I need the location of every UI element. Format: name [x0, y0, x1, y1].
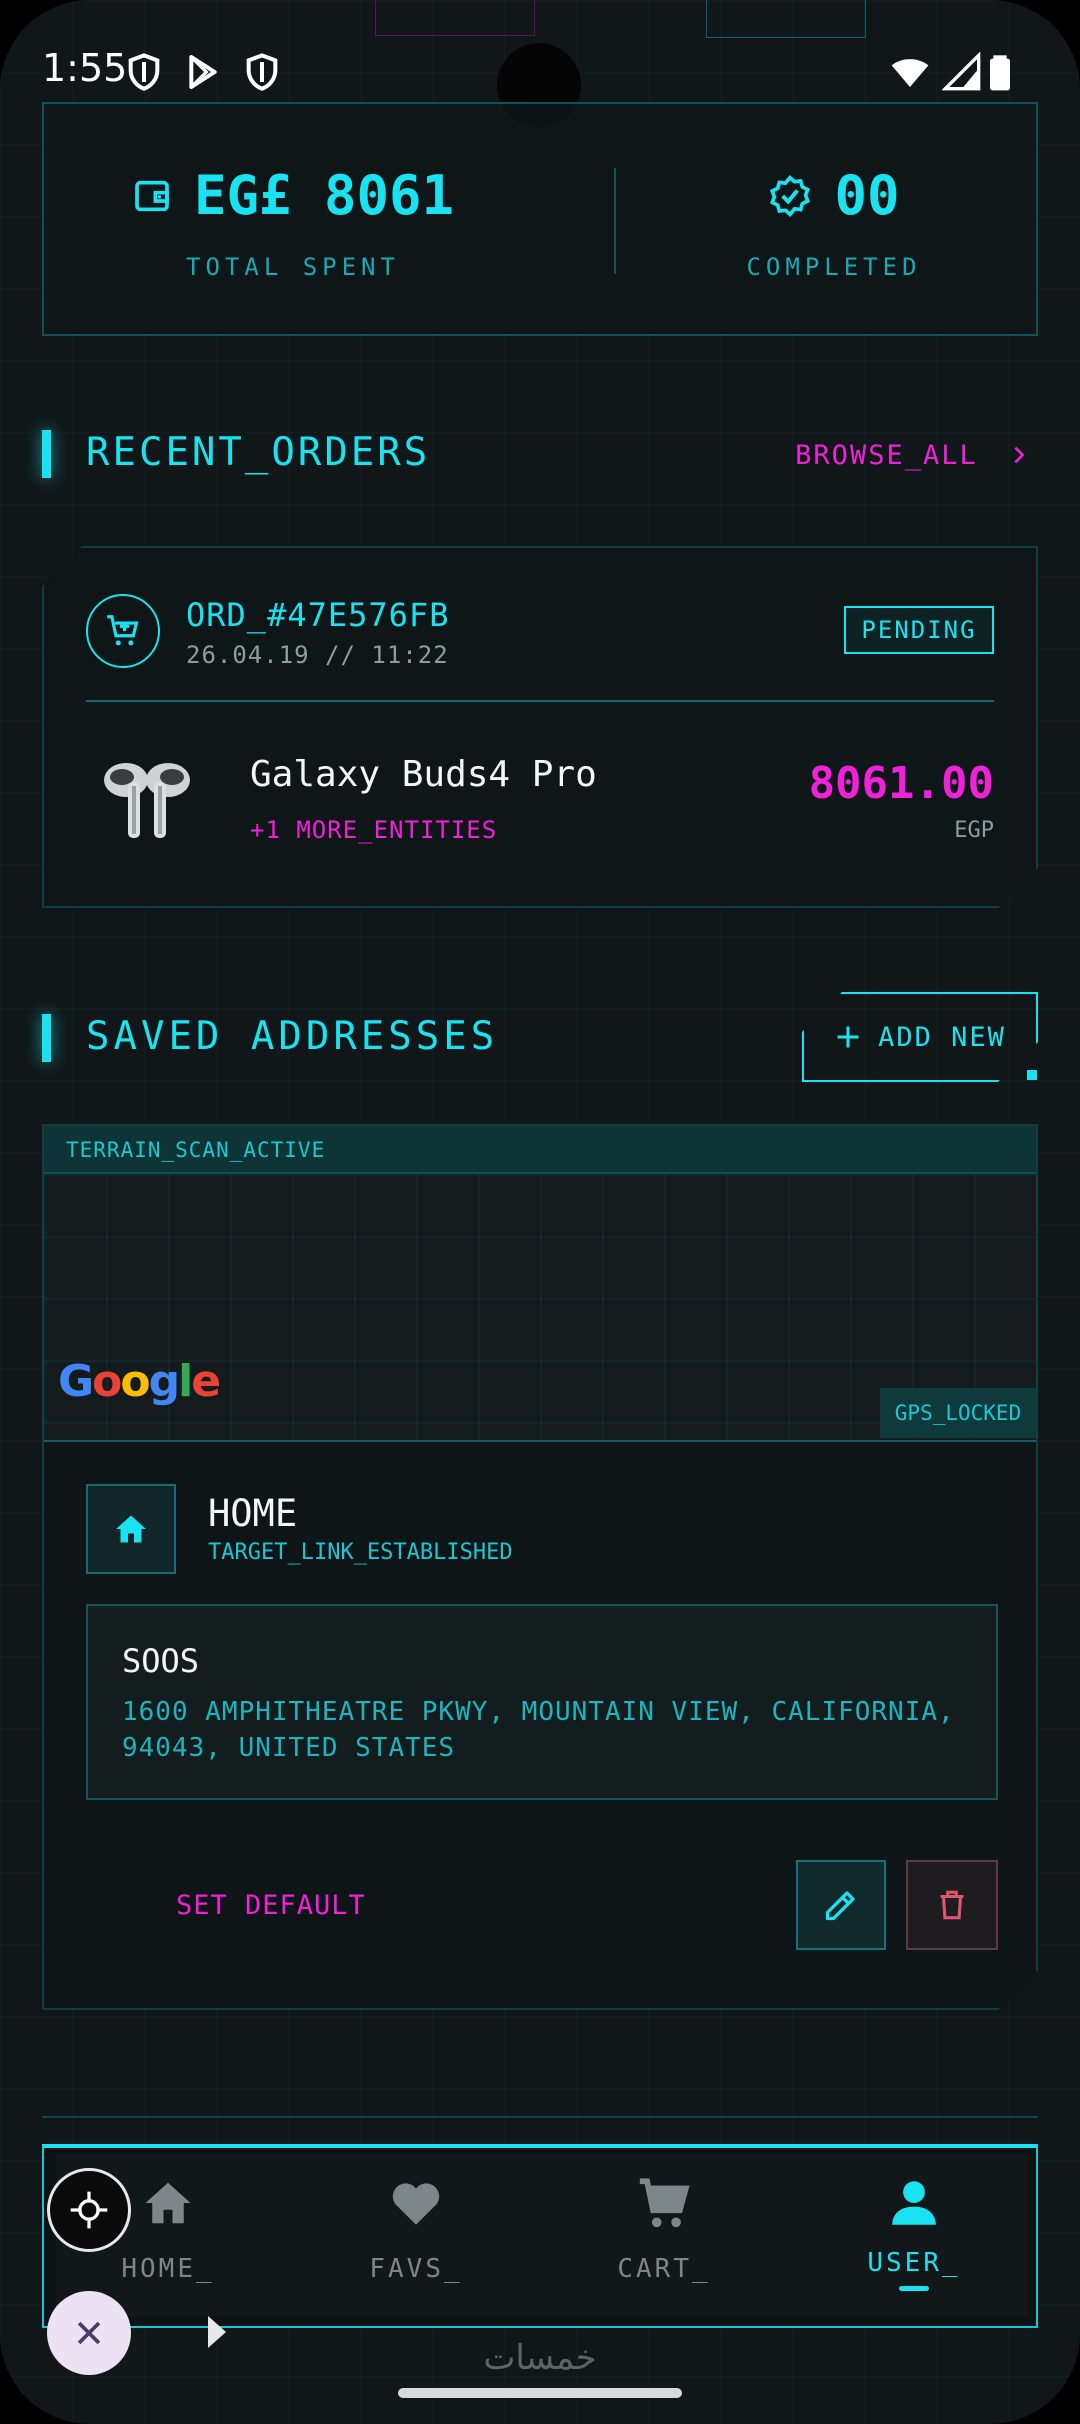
signal-icon	[942, 52, 981, 91]
google-logo: Google	[58, 1356, 220, 1407]
play-store-icon	[189, 55, 217, 89]
section-accent-bar	[42, 430, 51, 478]
section-accent-bar	[42, 1014, 51, 1062]
order-status-badge: PENDING	[844, 606, 994, 654]
nav-label-favs: FAVS_	[369, 2254, 463, 2284]
crosshair-button[interactable]	[47, 2168, 131, 2252]
order-card[interactable]: ORD_#47E576FB 26.04.19 // 11:22 PENDING …	[42, 546, 1038, 908]
home-icon	[113, 1511, 149, 1547]
nav-item-cart[interactable]: CART_	[564, 2168, 764, 2284]
browse-all-link[interactable]: BROWSE_ALL	[795, 440, 1030, 471]
top-decoration-cyan	[706, 0, 866, 38]
cart-add-icon	[104, 612, 142, 650]
address-title: SOOS	[122, 1642, 200, 1680]
top-decoration-magenta	[375, 0, 535, 36]
more-entities-label: +1 MORE_ENTITIES	[250, 816, 498, 844]
set-default-button[interactable]: SET DEFAULT	[176, 1890, 366, 1921]
order-currency: EGP	[954, 818, 994, 843]
address-type-icon-box	[86, 1484, 176, 1574]
product-name: Galaxy Buds4 Pro	[250, 754, 597, 795]
terrain-scan-label: TERRAIN_SCAN_ACTIVE	[66, 1138, 326, 1162]
watermark: خمسات	[483, 2338, 597, 2378]
recent-orders-header: RECENT_ORDERS BROWSE_ALL	[42, 422, 1038, 482]
nav-item-favs[interactable]: FAVS_	[316, 2168, 516, 2284]
verified-badge-icon	[770, 174, 811, 217]
next-card-edge	[42, 2116, 1038, 2146]
nav-item-user[interactable]: USER_	[814, 2168, 1014, 2291]
cart-icon	[639, 2178, 690, 2228]
user-icon	[892, 2181, 936, 2225]
play-arrow-icon[interactable]	[208, 2316, 226, 2348]
address-details-box: SOOS 1600 AMPHITHEATRE PKWY, MOUNTAIN VI…	[86, 1604, 998, 1800]
wifi-icon	[891, 59, 929, 87]
wallet-icon	[135, 180, 169, 211]
map-header: TERRAIN_SCAN_ACTIVE	[44, 1126, 1036, 1174]
nav-label-user: USER_	[867, 2248, 961, 2278]
bottom-nav-inner: HOME_ FAVS_ CART_ USER_	[56, 2154, 1028, 2316]
order-price: 8061.00	[808, 758, 994, 809]
pencil-icon	[823, 1887, 859, 1923]
nav-label-cart: CART_	[617, 2254, 711, 2284]
shield-icon	[128, 53, 160, 91]
trash-icon	[935, 1888, 969, 1922]
total-spent-label: TOTAL SPENT	[186, 253, 400, 281]
chevron-right-icon	[1014, 446, 1025, 464]
recent-orders-title: RECENT_ORDERS	[86, 430, 431, 475]
address-link-status: TARGET_LINK_ESTABLISHED	[208, 1540, 513, 1565]
plus-icon	[834, 1023, 862, 1051]
total-spent-value: EG£ 8061	[193, 164, 455, 227]
address-line: 1600 AMPHITHEATRE PKWY, MOUNTAIN VIEW, C…	[122, 1697, 955, 1763]
earbuds-product-image	[92, 740, 202, 850]
gps-locked-badge: GPS_LOCKED	[880, 1388, 1036, 1438]
total-spent-stat: EG£ 8061 TOTAL SPENT	[44, 164, 542, 281]
status-time: 1:55	[42, 46, 128, 90]
address-card: TERRAIN_SCAN_ACTIVE Google GPS_LOCKED HO…	[42, 1124, 1038, 2010]
stats-card: EG£ 8061 TOTAL SPENT 00 COMPLETED	[42, 102, 1038, 336]
order-id: ORD_#47E576FB	[186, 596, 450, 634]
completed-value: 00	[834, 164, 900, 227]
corner-accent-dot	[1027, 1070, 1037, 1080]
saved-addresses-title: SAVED ADDRESSES	[86, 1014, 499, 1059]
bottom-nav: HOME_ FAVS_ CART_ USER_	[42, 2144, 1038, 2328]
add-new-label: ADD NEW	[878, 1021, 1006, 1053]
crosshair-icon	[70, 2191, 108, 2229]
close-icon	[77, 2321, 101, 2345]
delete-address-button[interactable]	[906, 1860, 998, 1950]
address-name: HOME	[208, 1492, 298, 1535]
order-icon-circle	[86, 594, 160, 668]
home-indicator[interactable]	[398, 2388, 682, 2398]
home-icon	[145, 2182, 191, 2224]
close-button[interactable]	[47, 2291, 131, 2375]
heart-icon	[392, 2183, 440, 2225]
completed-stat: 00 COMPLETED	[624, 164, 1044, 281]
browse-all-label: BROWSE_ALL	[795, 440, 978, 471]
active-tab-indicator	[899, 2286, 929, 2291]
nav-label-home: HOME_	[121, 2254, 215, 2284]
edit-address-button[interactable]	[796, 1860, 886, 1950]
app-screen: 1:55 EG£ 8061 TOTAL SPENT 00 COMPLETED R…	[0, 0, 1080, 2424]
order-date: 26.04.19 // 11:22	[186, 641, 449, 669]
shield-icon	[246, 53, 278, 91]
battery-icon	[990, 55, 1010, 91]
saved-addresses-header: SAVED ADDRESSES	[42, 1006, 742, 1066]
add-new-address-button[interactable]: ADD NEW	[802, 992, 1038, 1082]
order-divider	[86, 700, 994, 702]
map-bottom-border	[44, 1440, 1036, 1442]
stats-divider	[614, 168, 616, 274]
completed-label: COMPLETED	[746, 253, 922, 281]
